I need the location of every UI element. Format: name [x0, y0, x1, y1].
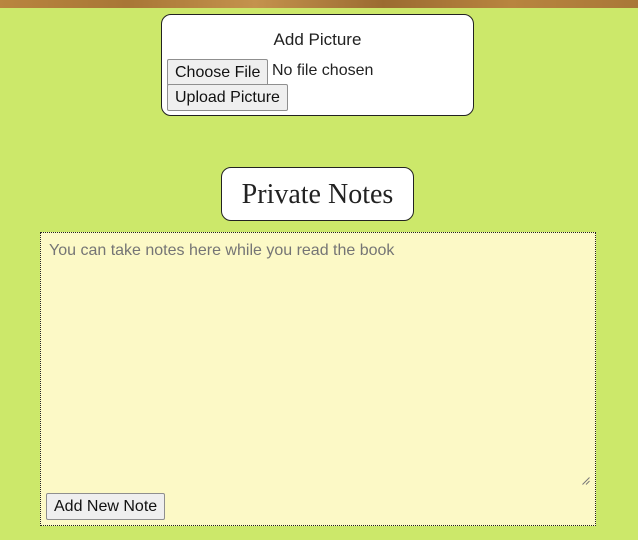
add-picture-panel: Add Picture Choose File No file chosen U… — [161, 14, 474, 116]
file-status-text: No file chosen — [272, 62, 374, 79]
add-new-note-button[interactable]: Add New Note — [46, 493, 166, 520]
add-picture-title: Add Picture — [273, 30, 362, 49]
private-notes-title: Private Notes — [241, 179, 394, 210]
resize-grip-icon[interactable] — [582, 477, 590, 485]
choose-file-button[interactable]: Choose File — [167, 59, 269, 86]
private-notes-header: Private Notes — [221, 167, 414, 221]
top-banner-image — [0, 0, 638, 8]
upload-picture-button[interactable]: Upload Picture — [167, 84, 288, 111]
notes-panel: Add New Note — [40, 232, 596, 526]
notes-textarea[interactable] — [41, 233, 593, 489]
